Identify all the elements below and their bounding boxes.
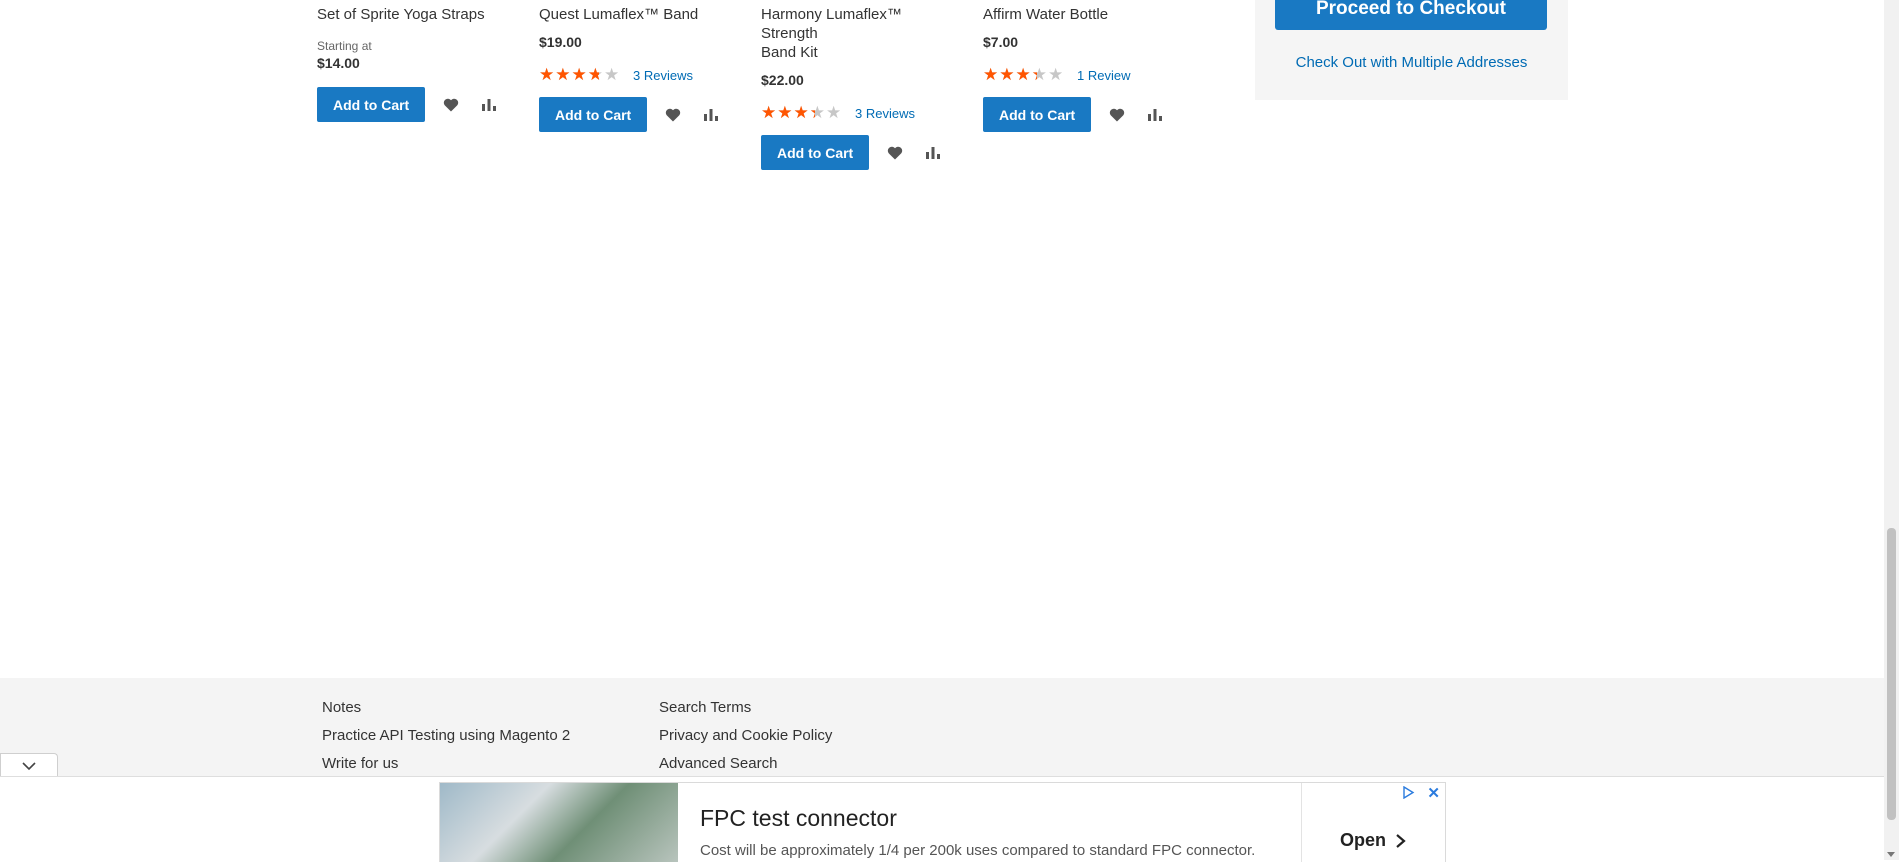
footer-link-privacy[interactable]: Privacy and Cookie Policy <box>659 726 832 754</box>
rating-stars: ★★★★★★★★★★ <box>761 103 843 122</box>
chevron-right-icon <box>1396 833 1406 848</box>
product-rating: ★★★★★★★★★★ 3 Reviews <box>539 65 729 85</box>
footer-link-search-terms[interactable]: Search Terms <box>659 698 832 726</box>
product-card-sprite-yoga-straps: Set of Sprite Yoga Straps Starting at $1… <box>317 0 507 122</box>
ad-strip: FPC test connector Cost will be approxim… <box>0 776 1884 862</box>
page-scrollbar[interactable] <box>1884 0 1899 860</box>
reviews-link[interactable]: 1 Review <box>1077 68 1130 83</box>
footer-links-col-1: Notes Practice API Testing using Magento… <box>322 698 570 782</box>
compare-chart-icon[interactable] <box>921 141 945 165</box>
product-price: $22.00 <box>761 72 804 88</box>
product-price: $14.00 <box>317 55 360 71</box>
heart-icon[interactable] <box>661 103 685 127</box>
product-price: $7.00 <box>983 34 1019 50</box>
product-card-affirm-water-bottle: Affirm Water Bottle $7.00 ★★★★★★★★★★ 1 R… <box>983 0 1173 132</box>
product-price: $19.00 <box>539 34 582 50</box>
product-name[interactable]: Affirm Water Bottle <box>983 5 1173 24</box>
ad-description: Cost will be approximately 1/4 per 200k … <box>700 842 1256 859</box>
adchoices-icon[interactable] <box>1402 785 1415 804</box>
rating-stars: ★★★★★★★★★★ <box>539 65 621 84</box>
multiple-addresses-link[interactable]: Check Out with Multiple Addresses <box>1255 54 1568 71</box>
heart-icon[interactable] <box>439 93 463 117</box>
footer-link-api-testing[interactable]: Practice API Testing using Magento 2 <box>322 726 570 754</box>
compare-chart-icon[interactable] <box>477 93 501 117</box>
compare-chart-icon[interactable] <box>699 103 723 127</box>
heart-icon[interactable] <box>1105 103 1129 127</box>
scrollbar-thumb[interactable] <box>1887 528 1896 820</box>
reviews-link[interactable]: 3 Reviews <box>633 68 693 83</box>
reviews-link[interactable]: 3 Reviews <box>855 106 915 121</box>
scroll-down-arrow-icon[interactable] <box>1887 852 1895 857</box>
add-to-cart-button[interactable]: Add to Cart <box>539 97 648 132</box>
product-card-harmony-lumaflex-kit: Harmony Lumaflex™ Strength Band Kit $22.0… <box>761 0 951 170</box>
ad-open-button[interactable]: Open <box>1340 830 1408 851</box>
product-card-quest-lumaflex-band: Quest Lumaflex™ Band $19.00 ★★★★★★★★★★ 3… <box>539 0 729 132</box>
compare-chart-icon[interactable] <box>1143 103 1167 127</box>
product-rating: ★★★★★★★★★★ 1 Review <box>983 65 1173 85</box>
product-name[interactable]: Set of Sprite Yoga Straps <box>317 5 507 24</box>
footer-link-notes[interactable]: Notes <box>322 698 570 726</box>
add-to-cart-button[interactable]: Add to Cart <box>761 135 870 170</box>
starting-at-label: Starting at <box>317 39 372 53</box>
add-to-cart-button[interactable]: Add to Cart <box>317 87 426 122</box>
ad-divider <box>1301 783 1302 862</box>
footer-links-col-2: Search Terms Privacy and Cookie Policy A… <box>659 698 832 782</box>
cart-summary: Proceed to Checkout Check Out with Multi… <box>1255 0 1568 100</box>
ad-title[interactable]: FPC test connector <box>700 805 897 832</box>
ad-open-label: Open <box>1340 830 1387 850</box>
ad-banner[interactable]: FPC test connector Cost will be approxim… <box>439 782 1446 862</box>
product-rating: ★★★★★★★★★★ 3 Reviews <box>761 103 951 123</box>
rating-stars: ★★★★★★★★★★ <box>983 65 1065 84</box>
proceed-to-checkout-button[interactable]: Proceed to Checkout <box>1275 0 1547 30</box>
ad-image[interactable] <box>440 783 678 862</box>
product-name[interactable]: Harmony Lumaflex™ Strength Band Kit <box>761 5 951 62</box>
product-name[interactable]: Quest Lumaflex™ Band <box>539 5 729 24</box>
ad-close-icon[interactable]: ✕ <box>1427 784 1440 802</box>
chevron-down-icon <box>22 761 36 770</box>
add-to-cart-button[interactable]: Add to Cart <box>983 97 1092 132</box>
heart-icon[interactable] <box>883 141 907 165</box>
ad-collapse-toggle[interactable] <box>0 753 58 778</box>
